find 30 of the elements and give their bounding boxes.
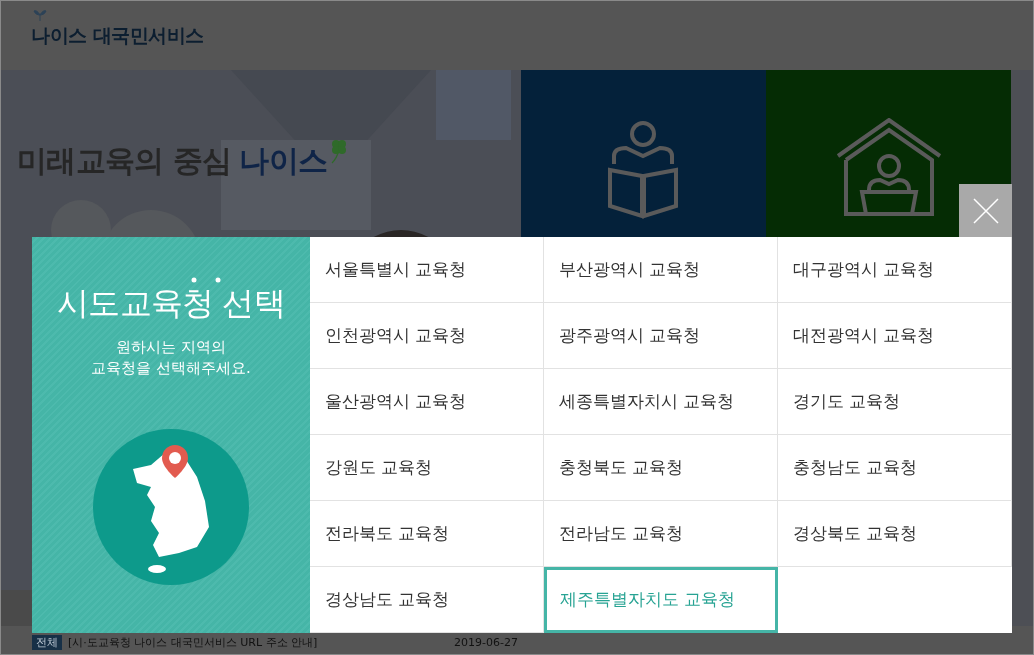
- notice-tag: 전체: [32, 635, 62, 650]
- house-person-icon: [835, 118, 942, 218]
- notice-date: 2019-06-27: [454, 635, 518, 650]
- office-option[interactable]: 광주광역시 교육청: [544, 303, 778, 369]
- modal-subtitle: 원하시는 지역의: [116, 337, 226, 357]
- office-option[interactable]: 강원도 교육청: [310, 435, 544, 501]
- office-option[interactable]: 부산광역시 교육청: [544, 237, 778, 303]
- close-icon: [972, 197, 999, 224]
- office-option[interactable]: 인천광역시 교육청: [310, 303, 544, 369]
- headline-brand: 나이스: [239, 142, 328, 180]
- office-option[interactable]: 충청북도 교육청: [544, 435, 778, 501]
- office-option[interactable]: 경상남도 교육청: [310, 567, 544, 633]
- office-option[interactable]: 전라남도 교육청: [544, 501, 778, 567]
- office-option[interactable]: 충청남도 교육청: [778, 435, 1012, 501]
- dots-icon: [191, 277, 221, 283]
- office-option[interactable]: 서울특별시 교육청: [310, 237, 544, 303]
- close-button[interactable]: [959, 184, 1012, 237]
- office-option[interactable]: 대전광역시 교육청: [778, 303, 1012, 369]
- office-option[interactable]: 경상북도 교육청: [778, 501, 1012, 567]
- office-option[interactable]: 울산광역시 교육청: [310, 369, 544, 435]
- modal-title: 시도교육청 선택: [57, 283, 285, 323]
- office-option[interactable]: 세종특별자치시 교육청: [544, 369, 778, 435]
- modal-subtitle: 교육청을 선택해주세요.: [91, 358, 251, 379]
- student-tile[interactable]: [521, 70, 766, 240]
- office-option[interactable]: 대구광역시 교육청: [778, 237, 1012, 303]
- sprout-icon: [33, 9, 47, 22]
- office-option[interactable]: 전라북도 교육청: [310, 501, 544, 567]
- korea-map-icon: [93, 429, 249, 585]
- parent-tile[interactable]: [766, 70, 1011, 240]
- office-option[interactable]: 경기도 교육청: [778, 369, 1012, 435]
